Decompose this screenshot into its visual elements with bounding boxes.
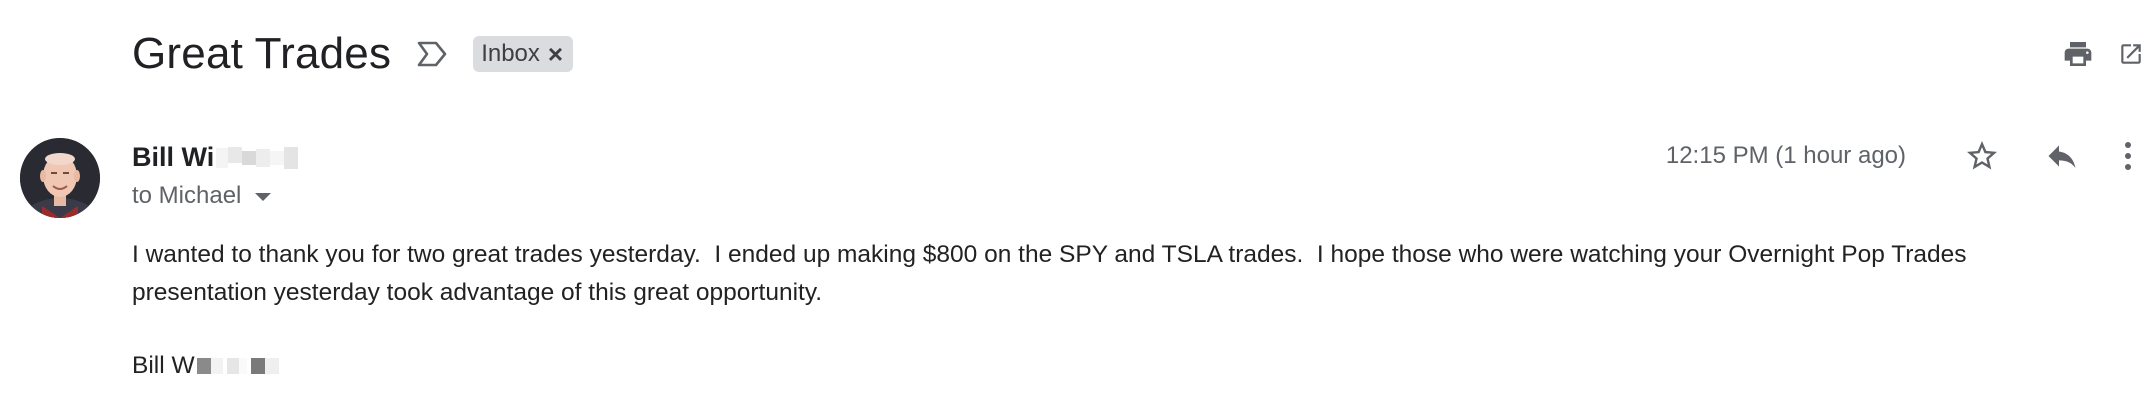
- importance-marker-icon[interactable]: [415, 39, 449, 69]
- open-in-new-window-icon[interactable]: [2118, 34, 2144, 74]
- print-icon[interactable]: [2058, 34, 2098, 74]
- body-line: I wanted to thank you for two great trad…: [132, 241, 1967, 268]
- redacted-signature-mosaic: [196, 358, 279, 374]
- thread-actions: [2058, 34, 2144, 74]
- redacted-name-mosaic: [216, 146, 299, 169]
- email-subject: Great Trades: [132, 29, 392, 78]
- message-body: I wanted to thank you for two great trad…: [132, 236, 2132, 312]
- message-timestamp: 12:15 PM (1 hour ago): [1665, 142, 1906, 169]
- recipient-text: to Michael: [132, 182, 242, 209]
- sender-name[interactable]: Bill Wi: [132, 142, 299, 173]
- reply-icon[interactable]: [2042, 136, 2082, 176]
- label-chip-text: Inbox: [481, 40, 540, 67]
- sender-avatar[interactable]: [20, 138, 100, 218]
- chevron-down-icon[interactable]: [255, 193, 272, 201]
- body-line: presentation yesterday took advantage of…: [132, 279, 823, 306]
- signature-text: Bill W: [132, 352, 195, 379]
- inbox-label-chip[interactable]: Inbox ×: [473, 36, 574, 72]
- sender-name-text: Bill Wi: [132, 142, 215, 172]
- message-actions: [1962, 136, 2144, 176]
- recipient-details-toggle[interactable]: to Michael: [132, 182, 272, 210]
- subject-row: Great Trades Inbox ×: [132, 22, 574, 86]
- more-vertical-icon[interactable]: [2116, 136, 2140, 176]
- star-icon[interactable]: [1962, 136, 2002, 176]
- remove-label-button[interactable]: ×: [548, 39, 563, 70]
- message-signature: Bill W: [132, 352, 279, 380]
